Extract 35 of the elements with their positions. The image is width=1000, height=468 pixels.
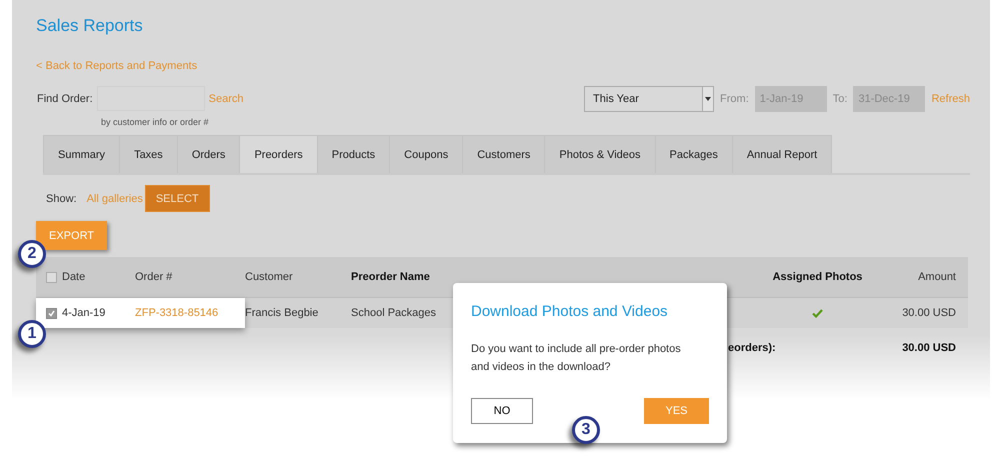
column-header: Preorder Name xyxy=(351,271,430,283)
column-header: Amount xyxy=(918,271,956,283)
total-label: eorders): xyxy=(728,342,776,354)
dialog-message: Do you want to include all pre-order photos and videos in the download? xyxy=(471,342,682,375)
dialog-title: Download Photos and Videos xyxy=(471,303,669,320)
table-cell: 4-Jan-19 xyxy=(62,307,106,319)
report-tab[interactable]: Taxes xyxy=(119,135,178,173)
report-tab[interactable]: Photos & Videos xyxy=(544,135,656,173)
to-label: To: xyxy=(832,93,848,105)
from-label: From: xyxy=(720,93,749,105)
total-amount: 30.00 USD xyxy=(902,342,956,354)
report-tab[interactable]: Orders xyxy=(176,135,240,173)
table-cell: Francis Begbie xyxy=(245,307,318,319)
column-header: Assigned Photos xyxy=(772,271,862,283)
show-label: Show: xyxy=(46,192,77,204)
table-cell: 30.00 USD xyxy=(902,307,956,319)
column-header: Customer xyxy=(245,271,293,283)
row-checkbox[interactable] xyxy=(46,308,57,318)
report-tab[interactable]: Customers xyxy=(462,135,546,173)
check-icon xyxy=(48,310,55,316)
report-tab[interactable]: Products xyxy=(316,135,390,173)
no-button[interactable]: NO xyxy=(471,398,533,424)
period-dropdown[interactable]: This Year xyxy=(584,86,714,112)
report-tab[interactable]: Summary xyxy=(43,135,120,173)
table-cell: School Packages xyxy=(351,307,436,319)
select-all-checkbox[interactable] xyxy=(46,272,57,282)
page-title: Sales Reports xyxy=(36,16,144,36)
column-header: Date xyxy=(62,271,86,283)
report-tab[interactable]: Annual Report xyxy=(732,135,832,173)
caret-icon xyxy=(705,97,712,101)
column-header: Order # xyxy=(135,271,172,283)
report-tab[interactable]: Packages xyxy=(654,135,733,173)
report-tab[interactable]: Coupons xyxy=(389,135,464,173)
find-order-label: Find Order: xyxy=(37,92,93,104)
find-order-hint: by customer info or order # xyxy=(101,117,210,127)
